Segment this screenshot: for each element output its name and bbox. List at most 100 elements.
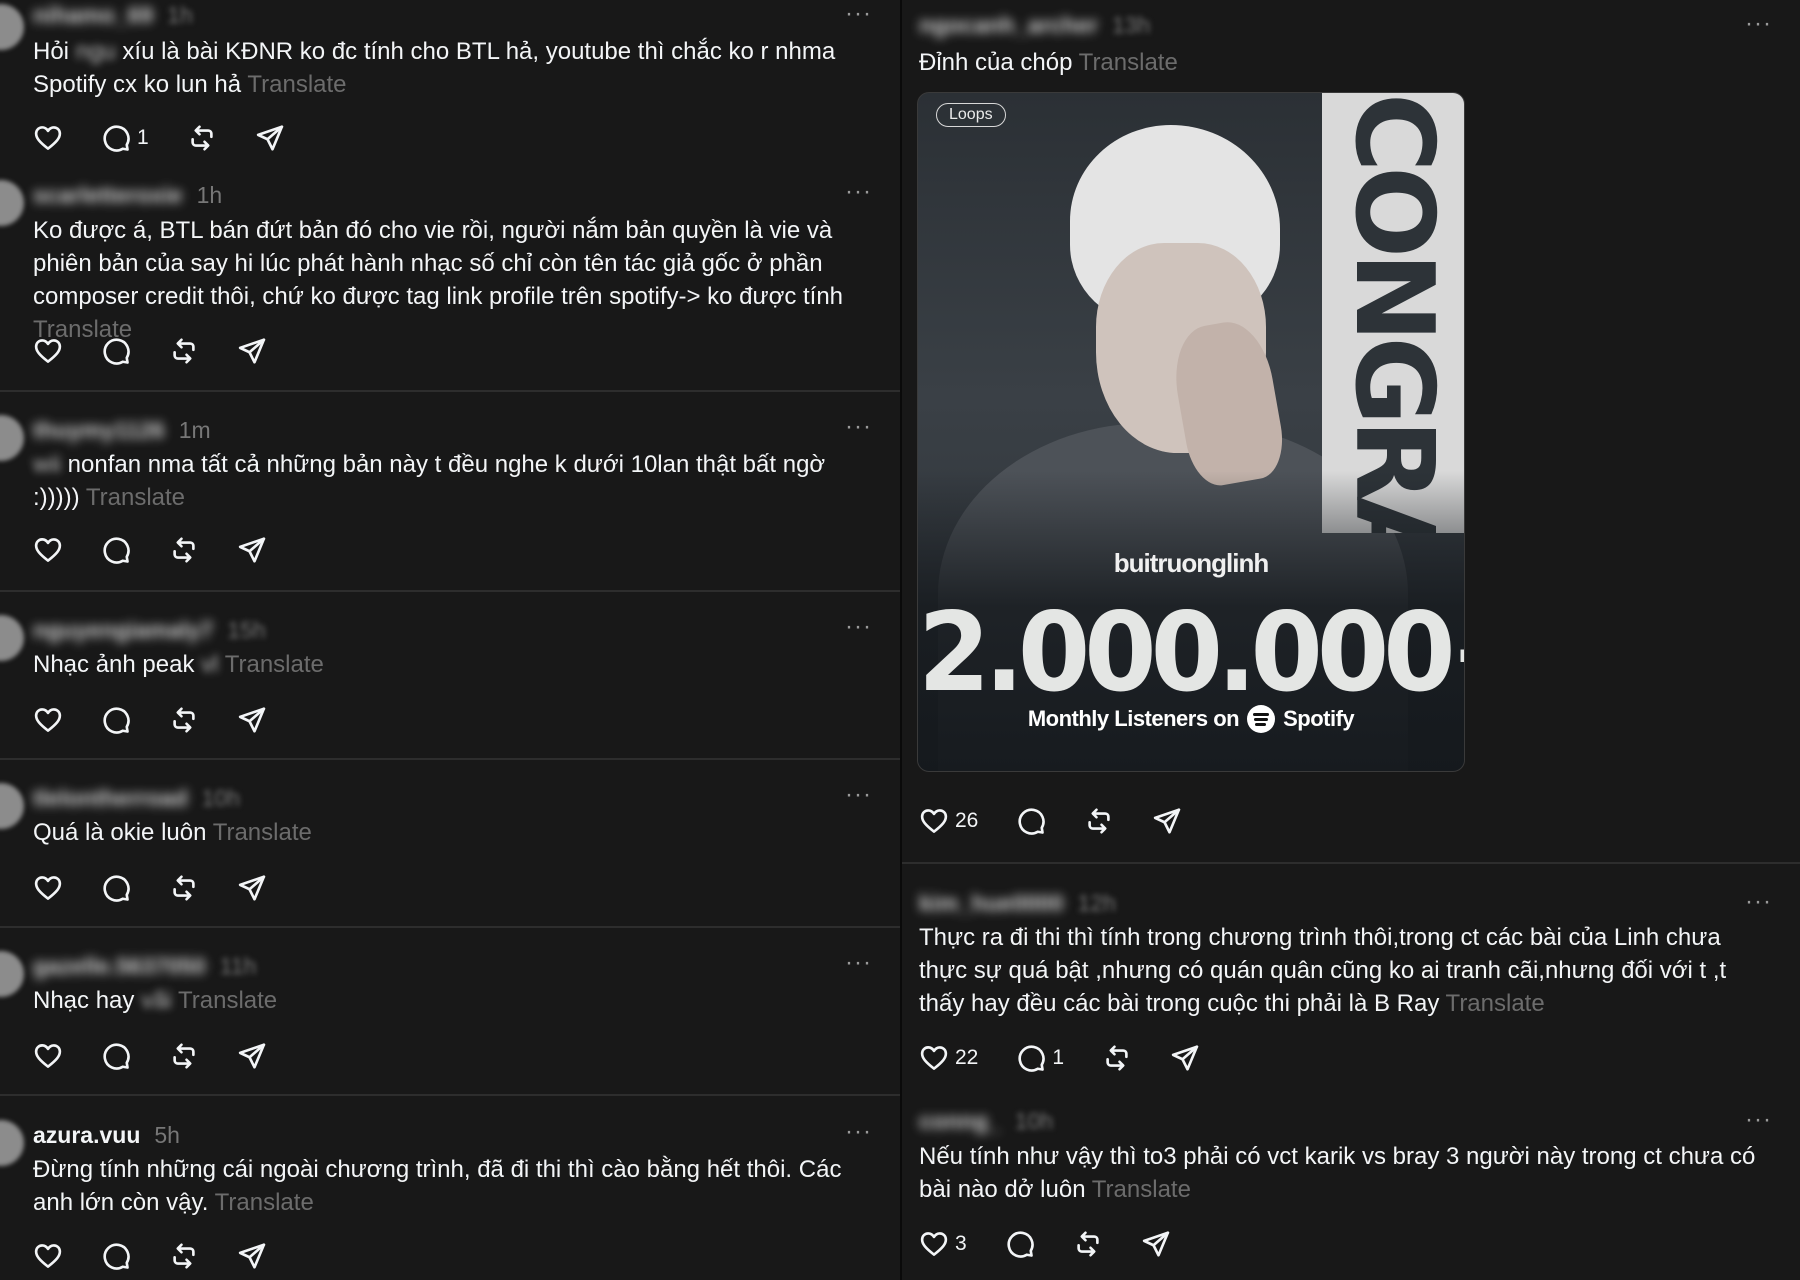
reply-button[interactable] [101,336,131,366]
username[interactable]: nguyengiamaly7 [33,617,213,644]
image-subtitle: Monthly Listeners on Spotify [918,705,1464,733]
repost-button[interactable] [1084,806,1114,836]
username[interactable]: ngocanh_archer [919,12,1098,39]
heart-icon [34,876,62,900]
more-options-icon[interactable]: ··· [845,2,872,26]
post-text: Hỏi ngu xíu là bài KĐNR ko đc tính cho B… [33,38,836,98]
post-actions [33,1038,305,1074]
translate-link[interactable]: Translate [178,987,277,1014]
repost-button[interactable] [169,535,199,565]
more-options-icon[interactable]: ··· [845,1120,872,1144]
share-button[interactable] [237,705,267,735]
share-button[interactable] [237,1041,267,1071]
divider [0,758,900,760]
send-icon [238,1243,266,1269]
reply-button[interactable] [1005,1229,1035,1259]
heart-icon [920,809,948,833]
repost-icon [1106,1045,1128,1071]
post-text: Nhạc hay vãi Translate [33,987,278,1014]
like-button[interactable] [33,123,63,153]
username[interactable]: nihamo_69 [33,2,153,29]
like-button[interactable] [33,1041,63,1071]
reply-button[interactable] [1016,806,1046,836]
repost-button[interactable] [1102,1043,1132,1073]
reply-button[interactable] [101,1241,131,1271]
more-options-icon[interactable]: ··· [1745,890,1772,914]
reply-button[interactable] [101,873,131,903]
translate-link[interactable]: Translate [247,71,346,98]
translate-link[interactable]: Translate [86,484,185,511]
translate-link[interactable]: Translate [225,651,324,678]
translate-link[interactable]: Translate [1092,1176,1191,1203]
username[interactable]: scarletteroxie [33,182,183,209]
more-options-icon[interactable]: ··· [1745,12,1772,36]
share-button[interactable] [255,123,285,153]
like-button[interactable]: 22 [919,1043,978,1073]
reply-button[interactable] [101,535,131,565]
image-subtitle-text: Monthly Listeners on [1027,706,1240,731]
avatar[interactable] [0,4,24,50]
username[interactable]: kim_hue0000 [919,890,1063,917]
more-options-icon[interactable]: ··· [845,951,872,975]
like-button[interactable] [33,535,63,565]
avatar[interactable] [0,615,24,661]
like-button[interactable] [33,873,63,903]
heart-icon [34,126,62,150]
share-button[interactable] [237,873,267,903]
like-button[interactable] [33,705,63,735]
username[interactable]: tlelontherroad [33,785,188,812]
share-button[interactable] [237,535,267,565]
repost-button[interactable] [1073,1229,1103,1259]
username[interactable]: thuymy1126 [33,417,165,444]
post: kim_hue0000 12h ··· Thực ra đi thi thì tí… [902,878,1800,1098]
share-button[interactable] [237,336,267,366]
more-options-icon[interactable]: ··· [1745,1108,1772,1132]
repost-button[interactable] [187,123,217,153]
divider [0,926,900,928]
username[interactable]: conng_ [919,1108,1001,1135]
send-icon [1154,808,1181,834]
repost-button[interactable] [169,1241,199,1271]
avatar[interactable] [0,951,24,997]
translate-link[interactable]: Translate [215,1189,314,1216]
more-options-icon[interactable]: ··· [845,180,872,204]
avatar[interactable] [0,783,24,829]
repost-icon [1088,808,1111,834]
post-actions: 22 1 [919,1040,1238,1076]
post-image[interactable]: CONGRAT Loops buitruonglinh 2.000.000+ M… [917,92,1465,772]
post-text: Đừng tính những cái ngoài chương trình, … [33,1156,842,1216]
more-options-icon[interactable]: ··· [845,415,872,439]
like-button[interactable] [33,1241,63,1271]
username[interactable]: gazelle.5637050 [33,953,206,980]
post-actions [33,532,305,568]
avatar[interactable] [0,1120,24,1166]
repost-icon [173,1043,195,1069]
translate-link[interactable]: Translate [213,819,312,846]
reply-button[interactable]: 1 [101,123,149,153]
repost-button[interactable] [169,705,199,735]
username[interactable]: azura.vuu [33,1122,140,1149]
repost-button[interactable] [169,873,199,903]
post: gazelle.5637050 11h ··· Nhạc hay vãi Tran… [0,941,900,1091]
more-options-icon[interactable]: ··· [845,783,872,807]
like-button[interactable]: 26 [919,806,978,836]
reply-button[interactable] [101,1041,131,1071]
timestamp: 10h [201,784,240,811]
translate-link[interactable]: Translate [1079,49,1178,76]
share-button[interactable] [237,1241,267,1271]
share-button[interactable] [1170,1043,1200,1073]
reply-button[interactable] [101,705,131,735]
share-button[interactable] [1152,806,1182,836]
post-actions [33,1238,305,1274]
spotify-icon [1247,705,1276,733]
like-button[interactable]: 3 [919,1229,967,1259]
translate-link[interactable]: Translate [1446,990,1545,1017]
more-options-icon[interactable]: ··· [845,615,872,639]
avatar[interactable] [0,415,24,461]
share-button[interactable] [1141,1229,1171,1259]
like-button[interactable] [33,336,63,366]
avatar[interactable] [0,180,24,226]
reply-button[interactable]: 1 [1016,1043,1064,1073]
repost-button[interactable] [169,336,199,366]
repost-button[interactable] [169,1041,199,1071]
